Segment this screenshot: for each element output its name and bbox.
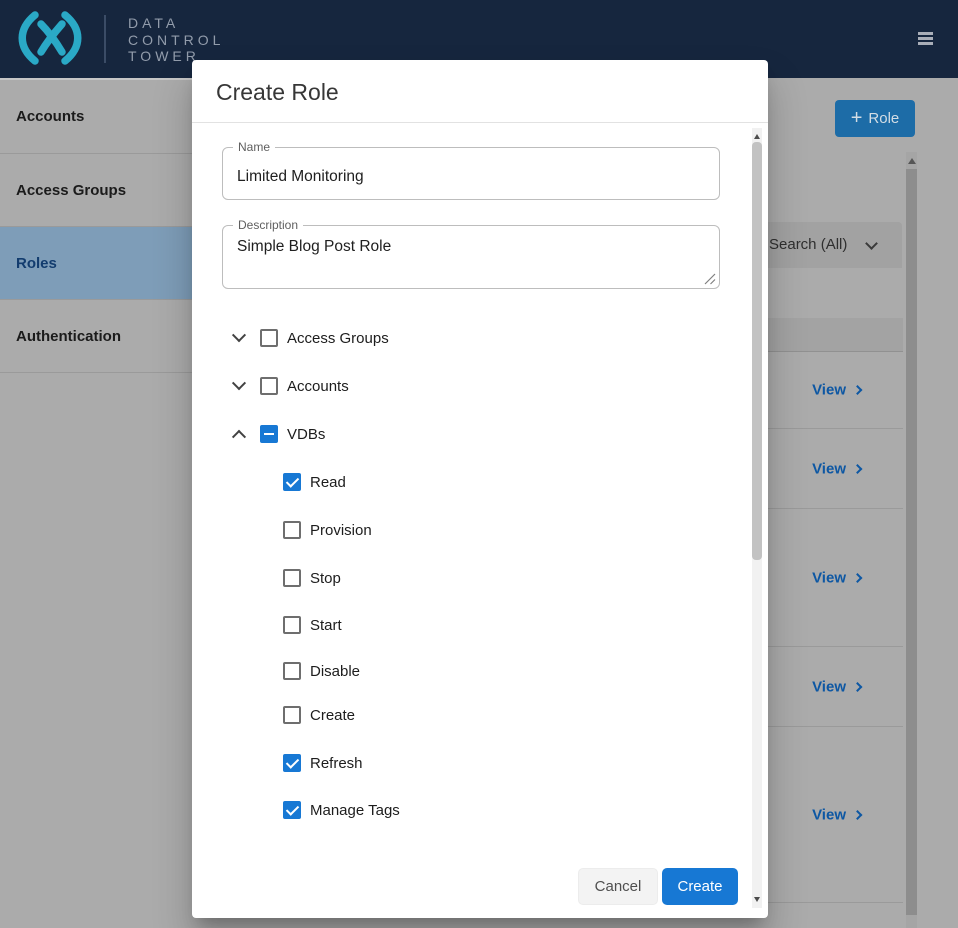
scroll-up-icon[interactable] <box>754 134 760 139</box>
scroll-down-icon[interactable] <box>754 897 760 902</box>
sidebar-item-accounts[interactable]: Accounts <box>0 80 192 154</box>
checkbox-unchecked[interactable] <box>283 706 301 724</box>
tree-row: Start <box>192 613 732 637</box>
name-field-label: Name <box>233 140 275 154</box>
view-link-label: View <box>812 382 846 399</box>
view-link-label: View <box>812 460 846 477</box>
brand-divider <box>104 15 106 63</box>
view-link[interactable]: View <box>812 678 861 695</box>
checkbox-unchecked[interactable] <box>260 377 278 395</box>
tree-item-label: Stop <box>310 570 341 587</box>
view-link[interactable]: View <box>812 382 861 399</box>
view-link[interactable]: View <box>812 460 861 477</box>
search-filter-value: Search (All) <box>769 236 847 253</box>
tree-item-label: Disable <box>310 663 360 680</box>
description-field-wrapper: Description Simple Blog Post Role <box>222 225 720 289</box>
add-role-button-label: Role <box>868 110 899 127</box>
sidebar-item-label: Access Groups <box>16 182 126 199</box>
chevron-down-icon[interactable] <box>232 376 246 390</box>
description-textarea[interactable]: Simple Blog Post Role <box>223 226 719 288</box>
tree-row: Disable <box>192 659 732 683</box>
sidebar-item-label: Roles <box>16 255 57 272</box>
plus-icon: + <box>851 109 863 127</box>
chevron-right-icon <box>853 464 863 474</box>
name-input[interactable] <box>223 148 719 199</box>
view-link-label: View <box>812 806 846 823</box>
tree-row: VDBs <box>192 422 732 446</box>
checkbox-unchecked[interactable] <box>283 662 301 680</box>
tree-row: Refresh <box>192 751 732 775</box>
checkbox-unchecked[interactable] <box>260 329 278 347</box>
chevron-up-icon[interactable] <box>232 430 246 444</box>
sidebar-item-label: Accounts <box>16 108 84 125</box>
tree-item-label: Read <box>310 474 346 491</box>
sidebar-item-roles[interactable]: Roles <box>0 227 192 300</box>
create-role-dialog: Create Role Name Description Simple Blog… <box>192 60 768 918</box>
tree-item-label: Refresh <box>310 755 363 772</box>
tree-item-label: Create <box>310 707 355 724</box>
checkbox-unchecked[interactable] <box>283 569 301 587</box>
name-field-wrapper: Name <box>222 147 720 200</box>
tree-row: Provision <box>192 518 732 542</box>
view-link-label: View <box>812 569 846 586</box>
dialog-scrollbar[interactable] <box>752 128 762 908</box>
brand-text: DATA CONTROL TOWER <box>128 15 224 65</box>
permission-tree: Access Groups Accounts VDBs Read Provision St… <box>192 326 732 846</box>
page-scrollbar[interactable] <box>906 152 917 928</box>
chevron-right-icon <box>853 573 863 583</box>
checkbox-checked[interactable] <box>283 754 301 772</box>
tree-row: Create <box>192 703 732 727</box>
cancel-button[interactable]: Cancel <box>578 868 658 905</box>
dialog-divider <box>192 122 768 123</box>
tree-row: Access Groups <box>192 326 732 350</box>
tree-row: Stop <box>192 566 732 590</box>
scroll-up-icon[interactable] <box>908 158 916 164</box>
add-role-button[interactable]: + Role <box>835 100 915 137</box>
hamburger-menu-icon[interactable] <box>918 32 933 45</box>
tree-item-label: VDBs <box>287 426 325 443</box>
chevron-right-icon <box>853 810 863 820</box>
sidebar-item-access-groups[interactable]: Access Groups <box>0 154 192 227</box>
chevron-down-icon[interactable] <box>232 328 246 342</box>
sidebar-item-label: Authentication <box>16 328 121 345</box>
page-scrollbar-thumb[interactable] <box>906 169 917 915</box>
dialog-scrollbar-thumb[interactable] <box>752 142 762 560</box>
chevron-right-icon <box>853 682 863 692</box>
create-button[interactable]: Create <box>662 868 738 905</box>
tree-item-label: Access Groups <box>287 330 389 347</box>
sidebar: Accounts Access Groups Roles Authentication <box>0 78 192 373</box>
chevron-right-icon <box>853 385 863 395</box>
checkbox-unchecked[interactable] <box>283 616 301 634</box>
delphix-logo-icon <box>16 9 84 67</box>
chevron-down-icon <box>865 237 878 250</box>
dialog-title: Create Role <box>216 79 339 106</box>
resize-handle-icon[interactable] <box>704 273 716 285</box>
sidebar-item-authentication[interactable]: Authentication <box>0 300 192 373</box>
tree-row: Read <box>192 470 732 494</box>
checkbox-indeterminate[interactable] <box>260 425 278 443</box>
tree-item-label: Accounts <box>287 378 349 395</box>
checkbox-unchecked[interactable] <box>283 521 301 539</box>
description-field-label: Description <box>233 218 303 232</box>
checkbox-checked[interactable] <box>283 473 301 491</box>
tree-item-label: Manage Tags <box>310 802 400 819</box>
tree-row: Accounts <box>192 374 732 398</box>
tree-row: Manage Tags <box>192 798 732 822</box>
view-link[interactable]: View <box>812 569 861 586</box>
tree-item-label: Start <box>310 617 342 634</box>
view-link[interactable]: View <box>812 806 861 823</box>
view-link-label: View <box>812 678 846 695</box>
checkbox-checked[interactable] <box>283 801 301 819</box>
tree-item-label: Provision <box>310 522 372 539</box>
